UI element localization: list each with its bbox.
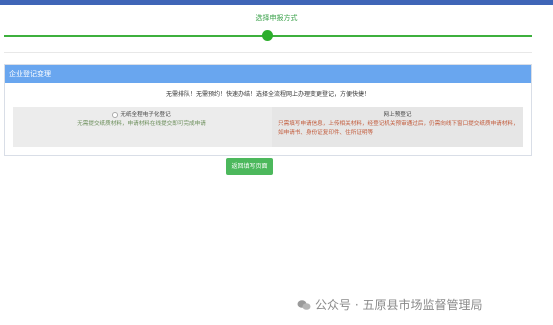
panel-title: 企业登记变理 — [5, 65, 531, 83]
back-to-form-button[interactable]: 返回填写页面 — [226, 158, 273, 175]
progress-step-dot — [262, 30, 273, 41]
notice-text: 无需排队！无需预约！快速办结！选择全流程网上办理变更登记，方便快捷！ — [165, 91, 370, 98]
top-accent-bar — [0, 0, 553, 5]
option-paperless-online[interactable]: 无纸全程电子化登记 无需提交纸质材料，申请材料在线提交即可完成申请 — [13, 107, 270, 147]
declaration-options: 无纸全程电子化登记 无需提交纸质材料，申请材料在线提交即可完成申请 网上预登记 … — [13, 107, 523, 147]
watermark-text: 公众号 · 五原县市场监督管理局 — [315, 298, 483, 312]
step-title: 选择申报方式 — [255, 14, 298, 22]
option-title: 无纸全程电子化登记 — [13, 110, 270, 118]
wechat-icon — [297, 299, 311, 310]
radio-icon[interactable] — [112, 111, 119, 118]
option-description: 只需填写申请信息，上传相关材料，经登记机关预审通过后，仍需向线下窗口提交纸质申请… — [278, 121, 519, 136]
option-description: 无需提交纸质材料，申请材料在线提交即可完成申请 — [77, 121, 206, 127]
option-title: 网上预登记 — [383, 112, 412, 118]
option-online-pre-registration[interactable]: 网上预登记 只需填写申请信息，上传相关材料，经登记机关预审通过后，仍需向线下窗口… — [272, 107, 523, 147]
watermark: 公众号 · 五原县市场监督管理局 — [297, 296, 482, 313]
divider — [4, 52, 532, 53]
enterprise-registration-panel: 企业登记变理 无需排队！无需预约！快速办结！选择全流程网上办理变更登记，方便快捷… — [4, 64, 532, 156]
